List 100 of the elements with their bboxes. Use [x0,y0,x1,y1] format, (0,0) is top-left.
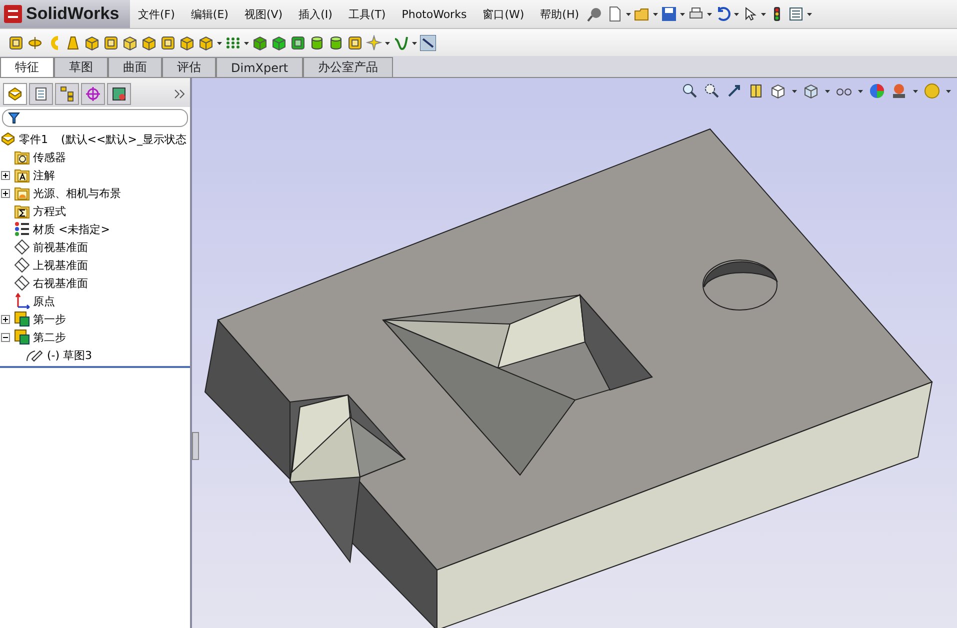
part-icon [7,86,23,102]
curve-icon[interactable] [393,34,409,50]
expand-toggle-icon[interactable] [1,314,10,324]
section-view-icon[interactable] [748,83,764,99]
tree-item[interactable]: 前视基准面 [33,240,88,254]
feature-icon [14,329,30,345]
box-icon[interactable] [8,34,24,50]
cube-icon[interactable] [803,83,819,99]
cube-icon[interactable] [271,34,287,50]
chevron-right-icon[interactable] [173,87,187,101]
caret-icon[interactable] [412,40,417,46]
caret-icon[interactable] [680,11,686,17]
pattern-icon[interactable] [225,34,241,50]
tree-item-suffix: (默认<<默认>_显示状态 [61,132,186,146]
cube-icon[interactable] [252,34,268,50]
manager-tab[interactable] [55,83,79,105]
caret-icon[interactable] [858,88,863,94]
save-icon[interactable] [661,6,678,22]
caret-icon[interactable] [244,40,249,46]
tree-item[interactable]: 上视基准面 [33,258,88,272]
command-tab[interactable]: DimXpert [216,57,304,77]
command-tab[interactable]: 草图 [54,57,108,77]
expand-toggle-icon[interactable] [1,332,10,342]
cylinder-icon[interactable] [309,34,325,50]
list-icon[interactable] [788,6,804,22]
caret-icon[interactable] [792,88,797,94]
filter-icon [8,112,20,124]
filter-field[interactable] [2,109,188,127]
menu-item[interactable]: 编辑(E) [182,6,236,22]
cube-icon[interactable] [198,34,214,50]
caret-icon[interactable] [807,11,812,17]
caret-icon[interactable] [385,40,390,46]
sensor-folder-icon [14,149,30,165]
command-tab[interactable]: 评估 [162,57,216,77]
logo-mark-icon [4,5,22,23]
lights-folder-icon [14,185,30,201]
menu-item[interactable]: 插入(I) [290,6,340,22]
menu-item[interactable]: 窗口(W) [474,6,532,22]
caret-icon[interactable] [913,88,918,94]
menu-item[interactable]: PhotoWorks [394,8,475,20]
plane-icon [14,239,30,255]
zoom-fit-icon[interactable] [682,83,698,99]
plane-icon [14,257,30,273]
manager-tab[interactable] [107,83,131,105]
tree-item[interactable]: 第二步 [33,330,66,344]
new-document-icon[interactable] [607,6,624,22]
annotation-folder-icon [14,167,30,183]
caret-icon[interactable] [734,11,740,17]
origin-icon [14,293,30,309]
tree-item[interactable]: 传感器 [33,150,66,164]
caret-icon[interactable] [707,11,712,17]
box-icon[interactable] [347,34,363,50]
tree-item[interactable]: 零件1 [19,132,48,146]
tree-item[interactable]: 光源、相机与布景 [33,186,121,200]
caret-icon[interactable] [653,11,658,17]
folder-icon[interactable] [634,6,650,22]
caret-icon[interactable] [761,11,766,17]
manager-tab[interactable] [3,83,27,105]
display-pane-icon [111,86,127,102]
caret-icon[interactable] [946,88,951,94]
menu-item[interactable]: 文件(F) [130,6,183,22]
crosshair-icon [85,86,101,102]
expand-toggle-icon[interactable] [1,188,10,198]
part-icon [0,131,16,147]
splitter-handle[interactable] [192,432,199,460]
property-sheet-icon [33,86,49,102]
command-tab[interactable]: 曲面 [108,57,162,77]
expand-toggle-icon[interactable] [1,170,10,180]
undo-icon[interactable] [715,6,732,22]
box-icon[interactable] [290,34,306,50]
tree-item[interactable]: 右视基准面 [33,276,88,290]
hierarchy-icon [59,86,75,102]
caret-icon[interactable] [825,88,830,94]
app-name: SolidWorks [26,4,120,24]
plane-icon [14,275,30,291]
tree-item[interactable]: 第一步 [33,312,66,326]
zoom-area-icon[interactable] [704,83,720,99]
menu-item[interactable]: 视图(V) [236,6,291,22]
tree-item[interactable]: 材质 <未指定> [33,222,110,236]
cylinder-icon[interactable] [328,34,344,50]
tree-item[interactable]: 注解 [33,168,55,182]
menu-item[interactable]: 工具(T) [340,6,394,22]
tree-item[interactable]: (-) 草图3 [47,348,92,362]
command-tab[interactable]: 特征 [0,57,54,77]
caret-icon[interactable] [217,40,222,46]
tree-item[interactable]: 方程式 [33,204,66,218]
cube-icon[interactable] [179,34,195,50]
box-icon[interactable] [103,34,119,50]
equation-folder-icon [14,203,30,219]
cube-icon[interactable] [84,34,100,50]
menu-item[interactable]: 帮助(H) [532,6,588,22]
cube-icon[interactable] [122,34,138,50]
caret-icon[interactable] [626,11,632,17]
manager-tab[interactable] [81,83,105,105]
tree-item[interactable]: 原点 [33,294,55,308]
cube-icon[interactable] [770,83,786,99]
manager-tab[interactable] [29,83,53,105]
box-icon[interactable] [160,34,176,50]
cube-icon[interactable] [141,34,157,50]
command-tab[interactable]: 办公室产品 [303,57,394,77]
